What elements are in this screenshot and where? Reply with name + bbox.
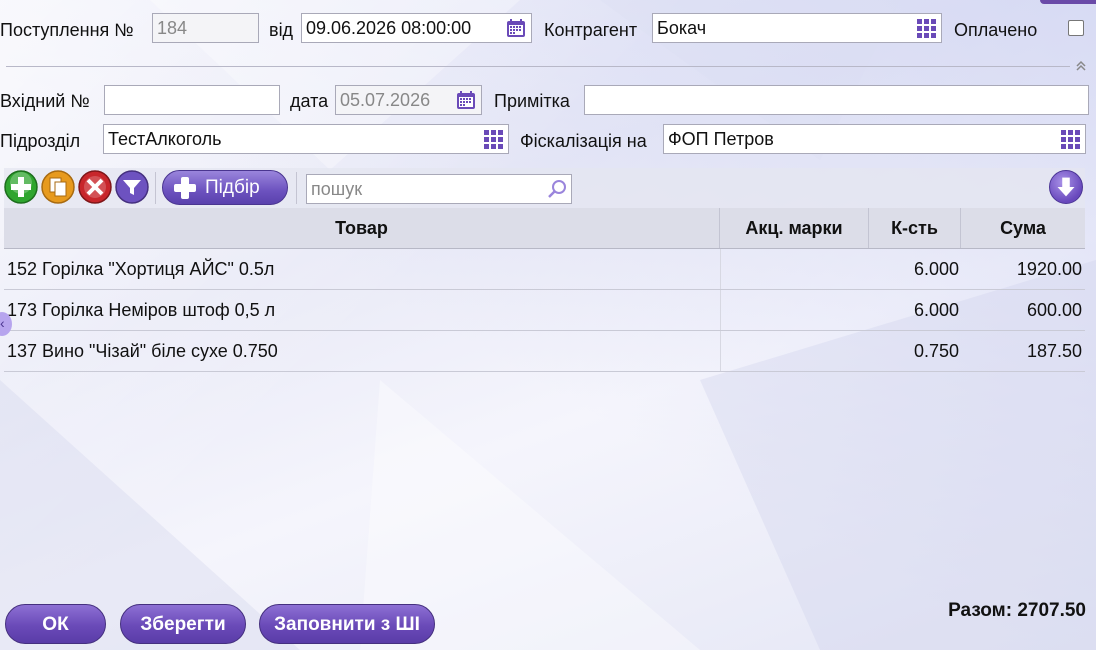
product-cell: 173 Горілка Неміров штоф 0,5 л: [7, 300, 276, 320]
incoming-date-label: дата: [290, 91, 329, 111]
save-button[interactable]: Зберегти: [120, 604, 246, 644]
grid-picker-icon[interactable]: [482, 128, 504, 150]
sum-cell: 187.50: [1026, 341, 1082, 361]
fill-from-ai-button[interactable]: Заповнити з ШІ: [259, 604, 435, 644]
note-field[interactable]: [584, 85, 1089, 115]
counterparty-value: Бокач: [657, 18, 707, 38]
add-items-icon: [174, 177, 196, 199]
receipt-number-label: Поступлення №: [0, 20, 134, 40]
calendar-icon[interactable]: [455, 89, 477, 111]
table-row[interactable]: 173 Горілка Неміров штоф 0,5 л 6.000 600…: [4, 290, 1085, 331]
incoming-date-field[interactable]: 05.07.2026: [335, 85, 482, 115]
quantity-cell: 6.000: [913, 259, 959, 279]
division-field[interactable]: ТестАлкоголь: [103, 124, 509, 154]
total-amount: Разом: 2707.50: [948, 600, 1086, 621]
fiscalization-value: ФОП Петров: [668, 129, 774, 149]
counterparty-label: Контрагент: [544, 20, 638, 40]
excise-cell: [720, 331, 869, 371]
window-accent-strip: [1040, 0, 1096, 4]
note-label: Примітка: [494, 91, 570, 111]
calendar-icon[interactable]: [505, 17, 527, 39]
counterparty-field[interactable]: Бокач: [652, 13, 942, 43]
paid-checkbox[interactable]: [1068, 20, 1084, 36]
chevron-left-icon: ‹: [0, 315, 5, 331]
division-label: Підрозділ: [0, 131, 81, 151]
table-row[interactable]: 152 Горілка "Хортиця АЙС" 0.5л 6.000 192…: [4, 249, 1085, 290]
add-icon[interactable]: [4, 170, 38, 204]
search-icon[interactable]: [547, 179, 567, 199]
table-row[interactable]: 137 Вино "Чізай" біле сухе 0.750 0.750 1…: [4, 331, 1085, 372]
grid-picker-icon[interactable]: [1059, 128, 1081, 150]
toolbar-separator: [155, 172, 156, 204]
paid-label: Оплачено: [954, 20, 1038, 40]
receipt-number-field: 184: [152, 13, 259, 43]
ok-button[interactable]: ОК: [5, 604, 106, 644]
quantity-cell: 0.750: [913, 341, 959, 361]
column-header-sum[interactable]: Сума: [961, 208, 1085, 248]
column-header-quantity[interactable]: К-сть: [869, 208, 961, 248]
products-table: Товар Акц. марки К-сть Сума 152 Горілка …: [4, 208, 1085, 372]
search-input[interactable]: [311, 179, 541, 200]
quantity-cell: 6.000: [913, 300, 959, 320]
product-cell: 152 Горілка "Хортиця АЙС" 0.5л: [7, 259, 275, 279]
delete-icon[interactable]: [78, 170, 112, 204]
division-value: ТестАлкоголь: [108, 129, 222, 149]
sum-cell: 600.00: [1026, 300, 1082, 320]
date-from-label: від: [269, 20, 294, 40]
fiscalization-field[interactable]: ФОП Петров: [663, 124, 1086, 154]
incoming-number-field[interactable]: [104, 85, 280, 115]
search-box[interactable]: [306, 174, 572, 204]
collapse-icon[interactable]: [1074, 58, 1088, 74]
incoming-number-label: Вхідний №: [0, 91, 90, 111]
copy-icon[interactable]: [41, 170, 75, 204]
table-header: Товар Акц. марки К-сть Сума: [4, 208, 1085, 249]
column-header-excise[interactable]: Акц. марки: [720, 208, 869, 248]
document-date-field[interactable]: 09.06.2026 08:00:00: [301, 13, 532, 43]
sum-cell: 1920.00: [1016, 259, 1082, 279]
pick-button[interactable]: Підбір: [162, 170, 288, 205]
fiscalization-label: Фіскалізація на: [520, 131, 647, 151]
product-cell: 137 Вино "Чізай" біле сухе 0.750: [7, 341, 278, 361]
toolbar-separator: [296, 172, 297, 204]
section-divider: [6, 66, 1070, 67]
excise-cell: [720, 290, 869, 330]
table-toolbar: Підбір: [4, 168, 1085, 208]
document-date-value: 09.06.2026 08:00:00: [306, 18, 472, 38]
download-icon[interactable]: [1049, 170, 1083, 204]
filter-icon[interactable]: [115, 170, 149, 204]
pick-button-label: Підбір: [205, 177, 260, 198]
incoming-date-value: 05.07.2026: [340, 90, 431, 110]
excise-cell: [720, 249, 869, 289]
column-header-product[interactable]: Товар: [4, 208, 720, 248]
grid-picker-icon[interactable]: [915, 17, 937, 39]
